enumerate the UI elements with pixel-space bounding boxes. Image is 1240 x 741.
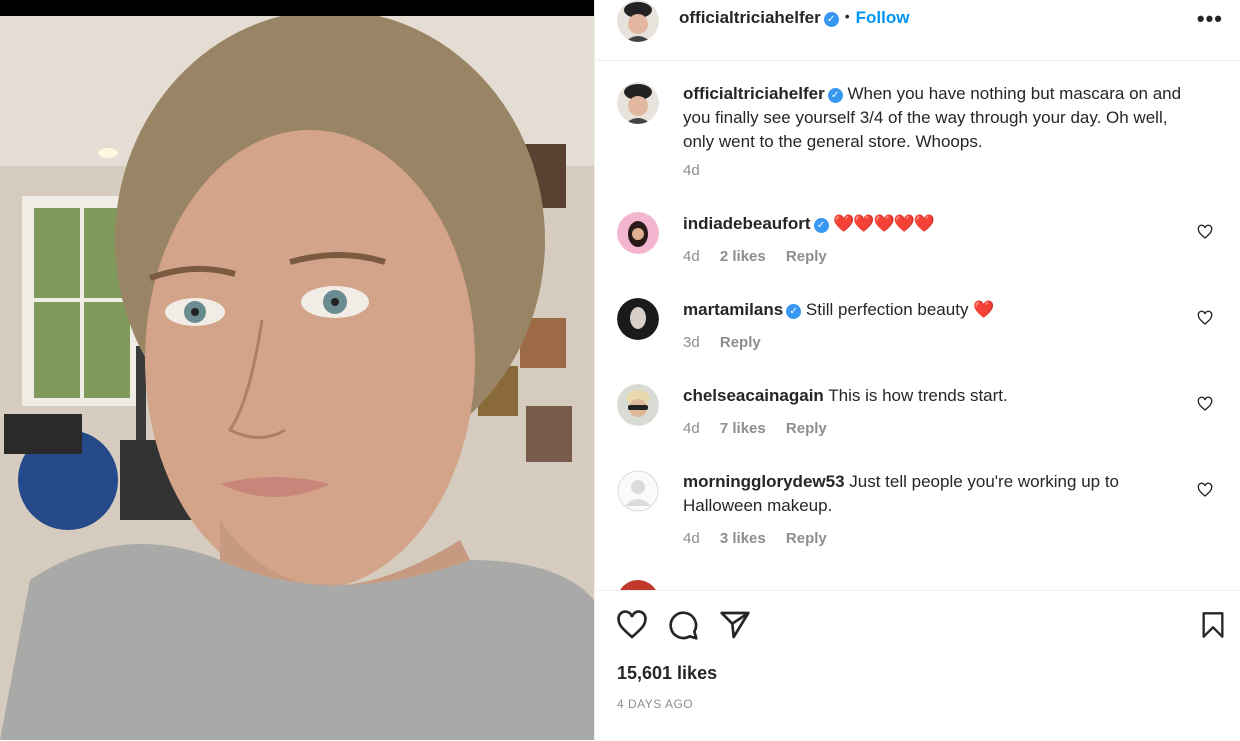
- reply-button[interactable]: Reply: [720, 334, 761, 351]
- post-details-panel: officialtriciahelfer ✓ • Follow ••• officia…: [594, 0, 1240, 740]
- comment-body: chelseacainagain This is how trends star…: [683, 384, 1203, 408]
- comment-time[interactable]: 4d: [683, 248, 700, 265]
- avatar-image: [617, 82, 659, 124]
- post-date[interactable]: 4 DAYS AGO: [617, 697, 693, 711]
- comment-time[interactable]: 4d: [683, 420, 700, 437]
- comment-username[interactable]: chelseacainagain: [683, 386, 824, 405]
- avatar-image: [617, 212, 659, 254]
- verified-badge-icon: ✓: [827, 88, 843, 103]
- comment-heart-icon[interactable]: [1197, 482, 1213, 498]
- comment-heart-icon[interactable]: [1197, 310, 1213, 326]
- avatar-image: [617, 0, 659, 42]
- comment-heart-icon[interactable]: [1197, 224, 1213, 240]
- comment-body: martamilans ✓ Still perfection beauty ❤️: [683, 298, 1203, 322]
- verified-badge-icon: ✓: [813, 218, 829, 233]
- commenter-avatar[interactable]: [617, 298, 659, 340]
- comment-likes[interactable]: 3 likes: [720, 530, 766, 547]
- comment-time[interactable]: 4d: [683, 530, 700, 547]
- likes-count[interactable]: 15,601 likes: [617, 663, 717, 684]
- comment-time[interactable]: 3d: [683, 334, 700, 351]
- post-actions-bar: 15,601 likes 4 DAYS AGO: [595, 590, 1240, 741]
- avatar-image: [620, 580, 656, 590]
- post-caption: officialtriciahelfer ✓ When you have noth…: [617, 82, 1217, 182]
- comment-body: indiadebeaufort ✓ ❤️❤️❤️❤️❤️: [683, 212, 1203, 236]
- comment-likes[interactable]: 7 likes: [720, 420, 766, 437]
- comment-text: Still perfection beauty ❤️: [805, 300, 995, 319]
- comment-username[interactable]: morningglorydew53: [683, 472, 845, 491]
- caption-meta: 4d: [683, 162, 716, 179]
- next-comment-peek: [617, 580, 659, 590]
- comment-meta: 3d Reply: [683, 334, 777, 351]
- comment-item: morningglorydew53 Just tell people you'r…: [617, 470, 1217, 560]
- selfie-photo: [0, 0, 594, 740]
- commenter-avatar[interactable]: [617, 470, 659, 512]
- author-avatar[interactable]: [617, 0, 659, 42]
- comment-item: indiadebeaufort ✓ ❤️❤️❤️❤️❤️ 4d 2 likes R…: [617, 212, 1217, 272]
- comment-heart-icon[interactable]: [1197, 396, 1213, 412]
- more-options-icon[interactable]: •••: [1197, 6, 1223, 32]
- comment-item: chelseacainagain This is how trends star…: [617, 384, 1217, 444]
- reply-button[interactable]: Reply: [786, 420, 827, 437]
- verified-badge-icon: ✓: [823, 12, 839, 27]
- caption-time[interactable]: 4d: [683, 162, 700, 179]
- comment-meta: 4d 7 likes Reply: [683, 420, 843, 437]
- comment-text: This is how trends start.: [828, 386, 1008, 405]
- header-user-row: officialtriciahelfer ✓ • Follow: [679, 8, 909, 28]
- separator-dot: •: [844, 8, 850, 24]
- reply-button[interactable]: Reply: [786, 248, 827, 265]
- default-avatar-icon: [617, 470, 659, 512]
- avatar-image: [617, 298, 659, 340]
- post-photo[interactable]: [0, 0, 594, 740]
- post-header: officialtriciahelfer ✓ • Follow •••: [595, 0, 1240, 61]
- follow-button[interactable]: Follow: [856, 8, 910, 27]
- comment-meta: 4d 2 likes Reply: [683, 248, 843, 265]
- comment-item: martamilans ✓ Still perfection beauty ❤️ …: [617, 298, 1217, 358]
- bookmark-icon[interactable]: [1199, 609, 1227, 641]
- commenter-avatar[interactable]: [617, 212, 659, 254]
- comment-meta: 4d 3 likes Reply: [683, 530, 843, 547]
- paper-plane-icon[interactable]: [719, 609, 751, 641]
- comment-username[interactable]: martamilans: [683, 300, 783, 319]
- caption-body: officialtriciahelfer ✓ When you have noth…: [683, 82, 1203, 154]
- comment-likes[interactable]: 2 likes: [720, 248, 766, 265]
- comment-username[interactable]: indiadebeaufort: [683, 214, 811, 233]
- caption-avatar[interactable]: [617, 82, 659, 124]
- avatar-image: [617, 384, 659, 426]
- author-username[interactable]: officialtriciahelfer: [679, 8, 821, 27]
- verified-badge-icon: ✓: [786, 304, 802, 319]
- heart-icon[interactable]: [615, 609, 649, 641]
- comment-body: morningglorydew53 Just tell people you'r…: [683, 470, 1203, 518]
- comment-icon[interactable]: [667, 609, 699, 641]
- commenter-avatar[interactable]: [617, 384, 659, 426]
- comment-text: ❤️❤️❤️❤️❤️: [833, 214, 935, 233]
- reply-button[interactable]: Reply: [786, 530, 827, 547]
- caption-username[interactable]: officialtriciahelfer: [683, 84, 825, 103]
